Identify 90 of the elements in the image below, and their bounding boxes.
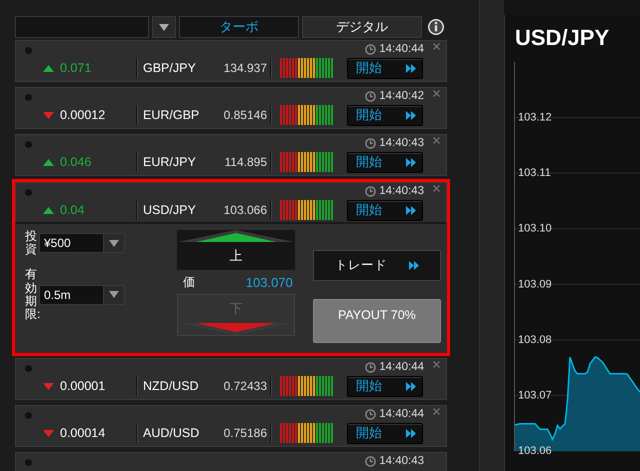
close-icon[interactable] [433,43,440,50]
dot-icon [25,364,32,372]
currency-pair: USD/JPY [142,203,197,217]
meter-drawing [280,376,333,396]
expiry-select[interactable]: 0.5m [39,284,125,305]
axis-label: 103.09 [518,278,552,290]
close-icon[interactable] [433,185,440,192]
change-value: 0.00001 [60,379,106,393]
price-value: 0.72433 [222,379,267,393]
triangle-icon [178,323,294,335]
fast-forward-icon [406,428,416,438]
caret-icon [159,24,169,30]
fast-forward-icon [408,261,419,270]
change-value: 0.00014 [60,426,106,440]
time-label: 14:40:44 [379,43,424,55]
tab[interactable]: ターボ [179,16,299,38]
clock-icon [365,138,376,148]
clock-icon [365,362,376,372]
price-value: 0.75186 [222,426,267,440]
close-icon[interactable] [433,408,440,415]
fast-forward-icon [406,64,416,72]
close-icon[interactable] [433,361,440,368]
caret-icon [109,291,119,298]
currency-pair: EUR/JPY [142,155,197,169]
dot-icon [25,188,32,196]
clock-icon [365,90,376,102]
amount-label: 投資 [25,230,37,256]
fast-forward-icon [406,110,416,120]
dropdown-button[interactable] [152,16,176,38]
fast-forward-icon [406,382,416,390]
meter-drawing [280,105,333,125]
price-label: 価 [182,274,195,290]
triangle-icon [178,230,294,242]
clock-icon [365,456,376,466]
price-value: 114.895 [224,155,267,169]
time-label: 14:40:43 [379,137,424,149]
fast-forward-icon [406,206,416,214]
time-label: 14:40:44 [379,408,424,420]
axis-label: 103.12 [518,112,552,124]
currency-pair: NZD/USD [142,379,200,393]
dot-icon [25,46,32,54]
info-icon[interactable] [427,18,445,36]
change-value: 0.046 [60,155,92,169]
start-button[interactable]: 開始 [347,376,423,396]
clock-icon [365,408,376,420]
strike-price: 103.070 [246,274,293,290]
expiry-label: 有効期限: [25,268,37,322]
axis-label: 103.10 [518,222,552,235]
payout-display: PAYOUT 70% [312,299,441,343]
dot-icon [25,140,32,148]
dot-icon [25,458,32,466]
time-label: 14:40:43 [379,185,424,197]
currency-pair: EUR/GBP [142,108,200,122]
chart-title: USD/JPY [514,24,610,52]
caret-icon [109,240,119,247]
price-value: 0.85146 [222,108,267,122]
currency-pair: GBP/JPY [142,61,197,75]
dot-icon [25,94,32,100]
up-button[interactable]: 上 [176,230,295,270]
time-label: 14:40:43 [379,455,424,467]
axis-label: 103.07 [518,389,552,402]
fast-forward-icon [406,158,416,166]
clock-icon [365,186,376,196]
start-button[interactable]: 開始 [347,152,423,172]
start-button[interactable]: 開始 [347,104,423,126]
meter-drawing [280,152,333,172]
meter-drawing [280,200,333,220]
trade-button[interactable]: トレード [312,250,441,281]
currency-pair: AUD/USD [142,426,200,440]
time-label: 14:40:44 [379,361,424,373]
time-label: 14:40:42 [379,90,424,102]
start-button[interactable]: 開始 [347,200,423,220]
axis-label: 103.11 [518,167,551,180]
clock-icon [365,44,376,54]
change-value: 0.00012 [60,108,106,122]
start-button[interactable]: 開始 [347,422,423,444]
meter-drawing [280,423,333,443]
axis-label: 103.06 [518,445,552,454]
close-icon[interactable] [433,90,440,97]
start-button[interactable]: 開始 [347,58,423,78]
price-value: 134.937 [222,61,267,75]
axis-label: 103.08 [518,334,552,346]
dot-icon [25,412,32,418]
amount-select[interactable]: ¥500 [39,233,125,254]
meter-drawing [280,58,333,78]
price-value: 103.066 [222,203,267,217]
change-value: 0.04 [60,203,86,217]
close-icon[interactable] [433,137,440,144]
change-value: 0.071 [60,61,92,75]
tab[interactable]: デジタル [302,16,422,38]
